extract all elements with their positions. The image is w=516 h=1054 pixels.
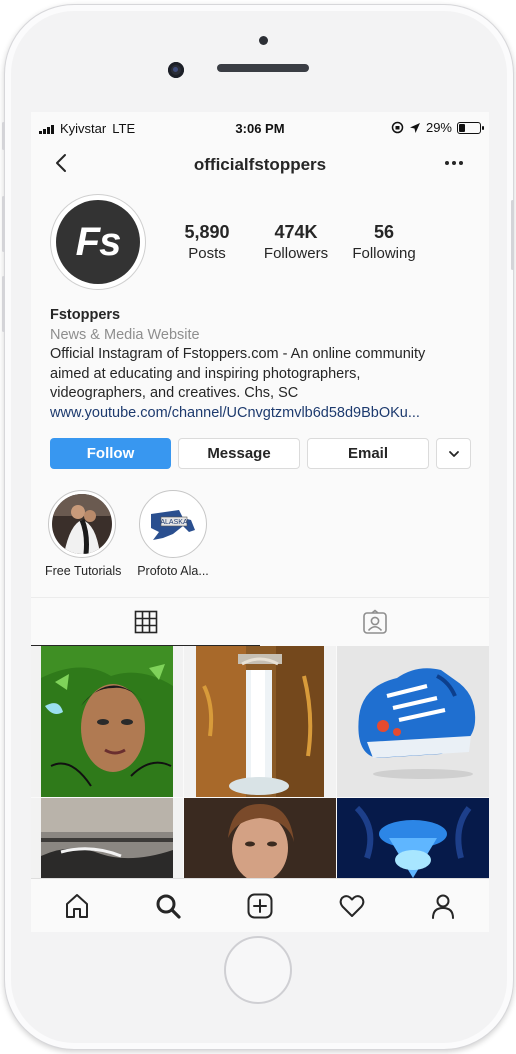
profile-name: Fstoppers: [50, 307, 121, 323]
rotation-lock-icon: [391, 121, 404, 134]
grid-post[interactable]: [184, 646, 336, 797]
profile-header: officialfstoppers: [31, 144, 489, 184]
status-bar: Kyivstar LTE 3:06 PM 29%: [31, 112, 489, 144]
tagged-icon: [362, 608, 387, 634]
search-icon[interactable]: [154, 892, 182, 920]
grid-post[interactable]: [184, 798, 336, 878]
earpiece-speaker: [217, 64, 309, 72]
grid-post[interactable]: [31, 646, 183, 797]
posts-label: Posts: [188, 245, 226, 262]
highlight-label: Free Tutorials: [45, 564, 122, 578]
battery-percent: 29%: [425, 120, 452, 135]
profile-tabs: [31, 597, 489, 646]
heart-icon[interactable]: [338, 892, 366, 920]
mute-switch: [2, 122, 5, 150]
suggestions-dropdown-button[interactable]: [436, 438, 471, 469]
bottom-tab-bar: [31, 878, 489, 932]
bio-line: Official Instagram of Fstoppers.com - An…: [50, 346, 426, 362]
profile-category: News & Media Website: [50, 326, 200, 343]
tab-tagged[interactable]: [260, 598, 489, 645]
power-button: [511, 200, 514, 270]
message-button[interactable]: Message: [178, 438, 300, 469]
screen: Kyivstar LTE 3:06 PM 29% officialfstoppe…: [31, 112, 489, 932]
highlight-cover-image: [52, 494, 112, 554]
home-button[interactable]: [224, 936, 292, 1004]
volume-up-button: [2, 196, 5, 252]
email-button[interactable]: Email: [307, 438, 429, 469]
following-count: 56: [373, 222, 395, 242]
highlight-ring: ALASKA: [139, 490, 207, 558]
ellipsis-icon[interactable]: [443, 152, 465, 174]
following-label: Following: [352, 245, 416, 262]
bio-line: aimed at educating and inspiring photogr…: [50, 365, 361, 382]
highlight-ring: [48, 490, 116, 558]
location-icon: [409, 122, 420, 133]
highlight-profoto-alaska[interactable]: ALASKA Profoto Ala...: [136, 490, 210, 578]
bio-line: videographers, and creatives. Chs, SC: [50, 385, 299, 401]
avatar-logo: Fs: [56, 200, 140, 284]
followers-label: Followers: [263, 245, 329, 262]
posts-count: 5,890: [184, 222, 230, 242]
profile-icon[interactable]: [429, 892, 457, 920]
alaska-badge: ALASKA: [160, 519, 188, 526]
avatar[interactable]: Fs: [50, 194, 146, 290]
grid-post[interactable]: [337, 798, 489, 878]
tab-grid[interactable]: [31, 598, 260, 646]
followers-count: 474K: [274, 222, 318, 242]
grid-post[interactable]: [31, 798, 183, 878]
stat-posts[interactable]: 5,890 Posts: [162, 222, 252, 262]
add-icon[interactable]: [246, 892, 274, 920]
grid-post[interactable]: [337, 646, 489, 797]
home-icon[interactable]: [63, 892, 91, 920]
battery-icon: [457, 121, 484, 134]
volume-down-button: [2, 276, 5, 332]
follow-button[interactable]: Follow: [50, 438, 171, 469]
chevron-down-icon: [448, 450, 459, 457]
stat-following[interactable]: 56 Following: [339, 222, 429, 262]
highlight-label: Profoto Ala...: [137, 564, 209, 578]
highlight-free-tutorials[interactable]: Free Tutorials: [45, 490, 122, 578]
status-right: 29%: [391, 120, 484, 135]
grid-icon: [134, 610, 157, 633]
profile-link[interactable]: www.youtube.com/channel/UCnvgtzmvlb6d58d…: [50, 404, 480, 424]
front-camera: [168, 62, 184, 78]
proximity-sensor: [259, 36, 268, 45]
stat-followers[interactable]: 474K Followers: [251, 222, 341, 262]
page-title: officialfstoppers: [193, 155, 327, 174]
profile-bio: Fstoppers News & Media Website Official …: [50, 306, 480, 423]
highlight-cover-image: ALASKA: [143, 494, 203, 554]
